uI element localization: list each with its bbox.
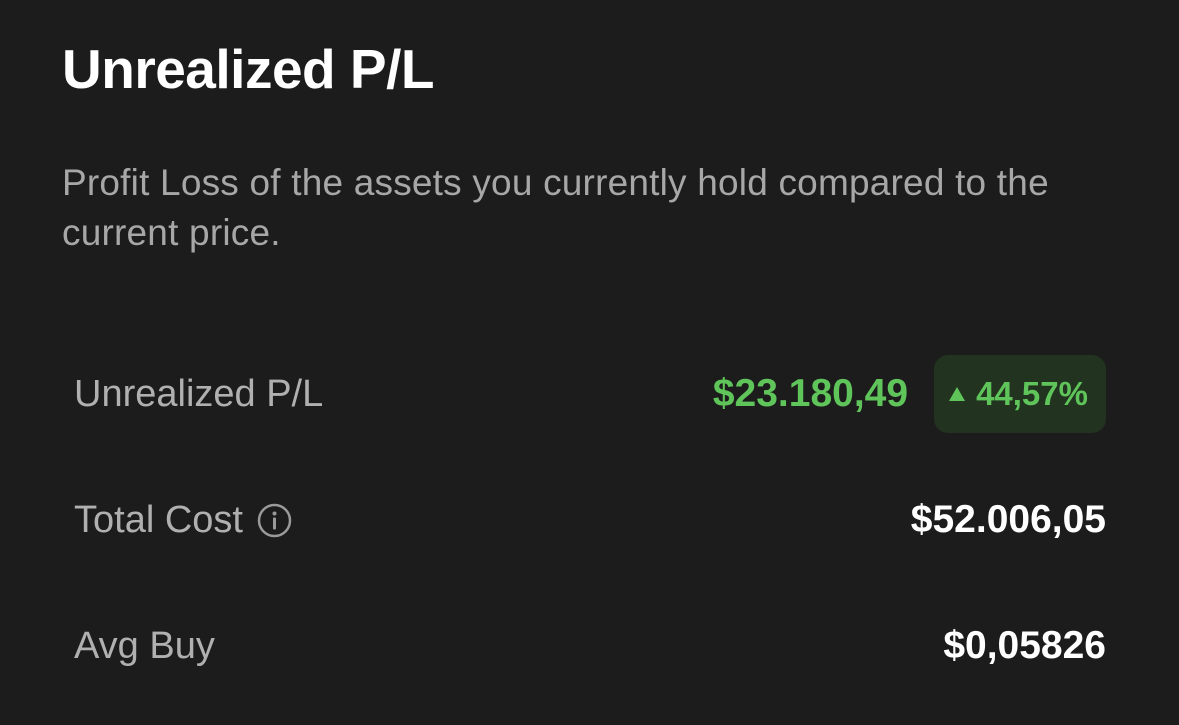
avg-buy-label: Avg Buy — [74, 624, 215, 667]
total-cost-row: Total Cost $52.006,05 — [74, 480, 1106, 560]
change-percent: 44,57% — [976, 375, 1088, 412]
triangle-up-icon — [948, 386, 966, 402]
page-description: Profit Loss of the assets you currently … — [62, 162, 1049, 253]
total-cost-label: Total Cost — [74, 498, 243, 541]
unrealized-pl-value-group: $23.180,49 44,57% — [713, 355, 1106, 433]
avg-buy-row: Avg Buy $0,05826 — [74, 606, 1106, 686]
unrealized-pl-value: $23.180,49 — [712, 372, 909, 415]
total-cost-value: $52.006,05 — [910, 498, 1106, 541]
change-badge: 44,57% — [934, 355, 1106, 433]
page-title: Unrealized P/L — [62, 38, 434, 100]
unrealized-pl-row: Unrealized P/L $23.180,49 44,57% — [74, 354, 1106, 434]
unrealized-pl-label: Unrealized P/L — [74, 372, 324, 415]
avg-buy-value: $0,05826 — [943, 624, 1106, 667]
total-cost-label-group: Total Cost — [74, 499, 292, 542]
info-icon[interactable] — [257, 503, 292, 538]
